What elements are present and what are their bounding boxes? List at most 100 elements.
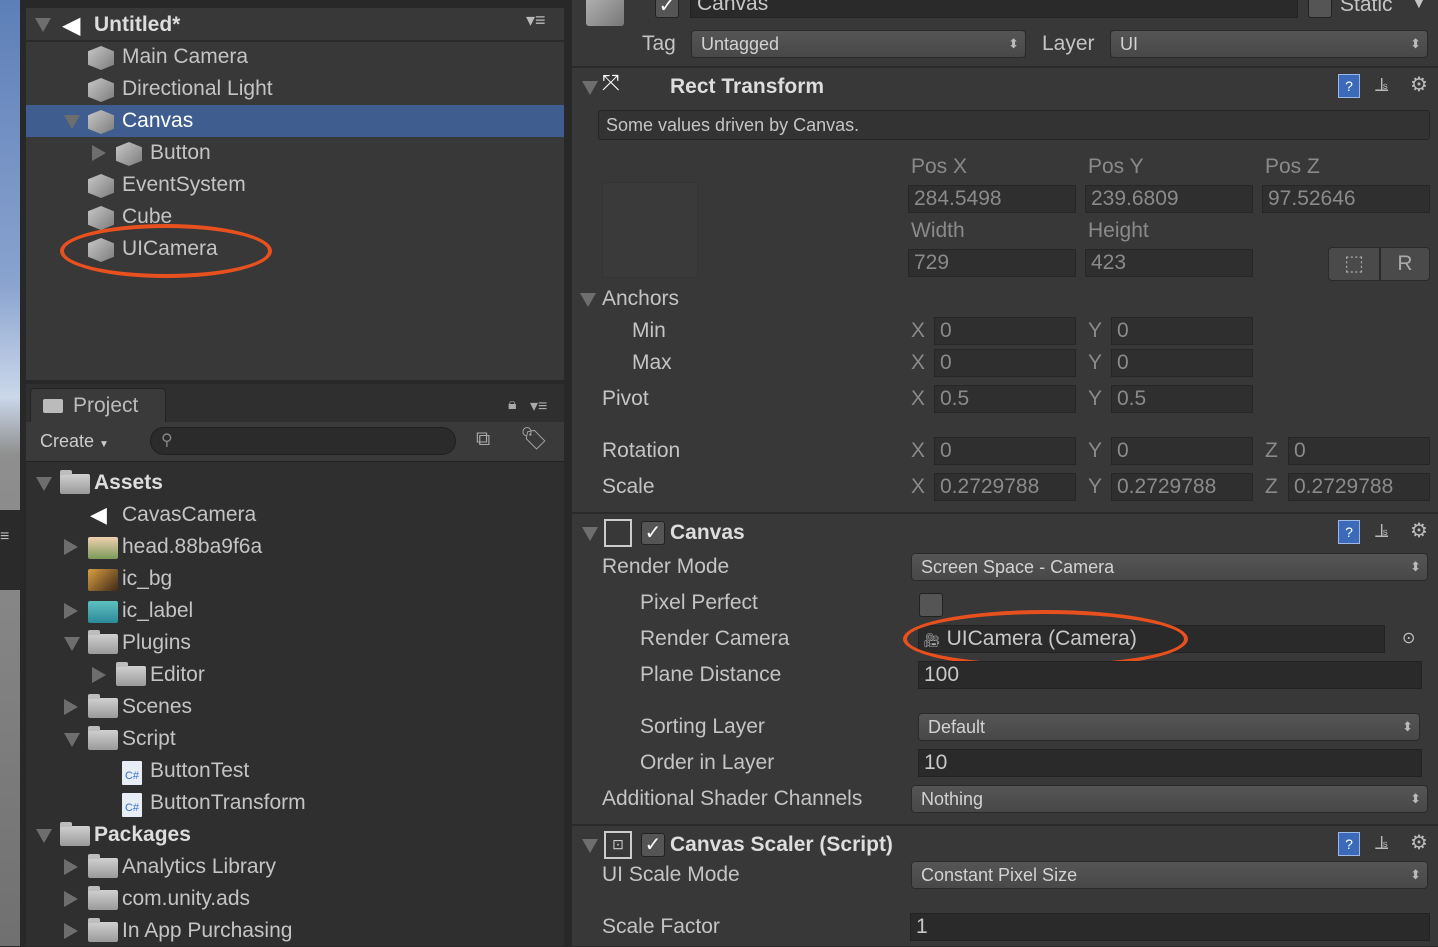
object-picker-icon[interactable]: ⊙	[1402, 626, 1415, 652]
hierarchy-item[interactable]: Canvas	[26, 105, 564, 137]
static-checkbox[interactable]	[1308, 0, 1332, 18]
hierarchy-item[interactable]: EventSystem	[26, 169, 564, 201]
expand-arrow-icon[interactable]	[64, 539, 78, 555]
static-dropdown-icon[interactable]: ▼	[1412, 0, 1426, 16]
gear-icon[interactable]: ⚙	[1410, 72, 1428, 97]
create-button[interactable]: Create ▼	[40, 428, 109, 458]
expand-arrow-icon[interactable]	[64, 923, 78, 939]
hierarchy-menu-icon[interactable]: ▾≡	[526, 10, 546, 31]
y-axis-label[interactable]: Y	[1088, 386, 1102, 412]
help-icon[interactable]: ?	[1338, 832, 1360, 856]
collapse-arrow-icon[interactable]	[582, 527, 598, 541]
scale-z-field[interactable]: 0.2729788	[1288, 473, 1430, 501]
active-checkbox[interactable]: ✓	[655, 0, 679, 18]
raw-edit-button[interactable]: R	[1380, 247, 1430, 281]
canvas-header[interactable]: ✓ Canvas ? ⫡ ⚙	[572, 514, 1438, 554]
expand-arrow-icon[interactable]	[64, 637, 80, 651]
scale-y-field[interactable]: 0.2729788	[1111, 473, 1253, 501]
scene-view-edge[interactable]	[0, 0, 20, 946]
hierarchy-item[interactable]: Directional Light	[26, 73, 564, 105]
project-item[interactable]: In App Purchasing	[26, 915, 564, 947]
expand-arrow-icon[interactable]	[64, 115, 80, 129]
project-item[interactable]: Packages	[26, 819, 564, 851]
filter-by-type-icon[interactable]: ⧉	[476, 428, 490, 451]
project-item[interactable]: com.unity.ads	[26, 883, 564, 915]
y-axis-label[interactable]: Y	[1088, 318, 1102, 344]
canvas-enabled-checkbox[interactable]: ✓	[641, 521, 665, 545]
hierarchy-item[interactable]: Main Camera	[26, 41, 564, 73]
anchors-arrow-icon[interactable]	[580, 293, 596, 307]
z-axis-label[interactable]: Z	[1265, 474, 1278, 500]
collapse-arrow-icon[interactable]	[582, 839, 598, 853]
pos-y-field[interactable]: 239.6809	[1085, 185, 1253, 213]
expand-arrow-icon[interactable]	[64, 603, 78, 619]
expand-arrow-icon[interactable]	[64, 859, 78, 875]
project-item[interactable]: Editor	[26, 659, 564, 691]
project-tab[interactable]: Project	[30, 388, 166, 422]
hierarchy-item[interactable]: Button	[26, 137, 564, 169]
x-axis-label[interactable]: X	[911, 438, 925, 464]
width-field[interactable]: 729	[908, 249, 1076, 277]
expand-arrow-icon[interactable]	[64, 891, 78, 907]
tag-dropdown[interactable]: Untagged	[691, 30, 1026, 58]
x-axis-label[interactable]: X	[911, 386, 925, 412]
expand-arrow-icon[interactable]	[64, 699, 78, 715]
layer-dropdown[interactable]: UI	[1110, 30, 1428, 58]
presets-icon[interactable]: ⫡	[1375, 520, 1388, 543]
menu-icon[interactable]: ≡	[0, 528, 9, 546]
x-axis-label[interactable]: X	[911, 350, 925, 376]
y-axis-label[interactable]: Y	[1088, 438, 1102, 464]
height-field[interactable]: 423	[1085, 249, 1253, 277]
gear-icon[interactable]: ⚙	[1410, 830, 1428, 855]
hierarchy-scene-header[interactable]: ◀ Untitled* ▾≡	[26, 8, 564, 42]
canvas-scaler-enabled-checkbox[interactable]: ✓	[641, 833, 665, 857]
pivot-x-field[interactable]: 0.5	[934, 385, 1076, 413]
filter-by-label-icon[interactable]: 🏷︎	[520, 426, 548, 452]
expand-arrow-icon[interactable]	[64, 733, 80, 747]
z-axis-label[interactable]: Z	[1265, 438, 1278, 464]
scale-factor-field[interactable]: 1	[910, 913, 1430, 941]
gear-icon[interactable]: ⚙	[1410, 518, 1428, 543]
expand-arrow-icon[interactable]	[92, 145, 106, 161]
presets-icon[interactable]: ⫡	[1375, 832, 1388, 855]
project-item[interactable]: C# ButtonTest	[26, 755, 564, 787]
expand-arrow-icon[interactable]	[36, 477, 52, 491]
project-item[interactable]: Analytics Library	[26, 851, 564, 883]
rot-z-field[interactable]: 0	[1288, 437, 1430, 465]
presets-icon[interactable]: ⫡	[1375, 74, 1388, 97]
max-x-field[interactable]: 0	[934, 349, 1076, 377]
x-axis-label[interactable]: X	[911, 318, 925, 344]
project-item[interactable]: ic_bg	[26, 563, 564, 595]
search-input[interactable]: ⚲	[150, 427, 456, 455]
y-axis-label[interactable]: Y	[1088, 474, 1102, 500]
plane-distance-field[interactable]: 100	[918, 661, 1422, 689]
project-item[interactable]: Script	[26, 723, 564, 755]
project-item[interactable]: Plugins	[26, 627, 564, 659]
panel-menu-icon[interactable]: ▾≡	[530, 396, 547, 416]
min-y-field[interactable]: 0	[1111, 317, 1253, 345]
x-axis-label[interactable]: X	[911, 474, 925, 500]
sorting-layer-dropdown[interactable]: Default	[918, 713, 1420, 741]
blueprint-mode-button[interactable]: ⬚	[1328, 247, 1380, 281]
project-item[interactable]: ic_label	[26, 595, 564, 627]
scale-x-field[interactable]: 0.2729788	[934, 473, 1076, 501]
object-name-field[interactable]: Canvas	[690, 0, 1298, 18]
canvas-scaler-header[interactable]: ⊡ ✓ Canvas Scaler (Script) ? ⫡ ⚙	[572, 826, 1438, 866]
shader-channels-dropdown[interactable]: Nothing	[911, 785, 1428, 813]
render-mode-dropdown[interactable]: Screen Space - Camera	[911, 553, 1428, 581]
anchor-presets-button[interactable]	[602, 182, 698, 278]
help-icon[interactable]: ?	[1338, 74, 1360, 98]
pivot-y-field[interactable]: 0.5	[1111, 385, 1253, 413]
project-item[interactable]: ◀ CavasCamera	[26, 499, 564, 531]
rect-transform-header[interactable]: ⤧ Rect Transform ? ⫡ ⚙	[572, 68, 1438, 108]
project-item[interactable]: Assets	[26, 467, 564, 499]
project-item[interactable]: Scenes	[26, 691, 564, 723]
y-axis-label[interactable]: Y	[1088, 350, 1102, 376]
project-item[interactable]: C# ButtonTransform	[26, 787, 564, 819]
pixel-perfect-checkbox[interactable]	[919, 593, 943, 617]
pos-z-field[interactable]: 97.52646	[1262, 185, 1430, 213]
pos-x-field[interactable]: 284.5498	[908, 185, 1076, 213]
order-in-layer-field[interactable]: 10	[918, 749, 1422, 777]
collapse-arrow-icon[interactable]	[582, 81, 598, 95]
rot-y-field[interactable]: 0	[1111, 437, 1253, 465]
